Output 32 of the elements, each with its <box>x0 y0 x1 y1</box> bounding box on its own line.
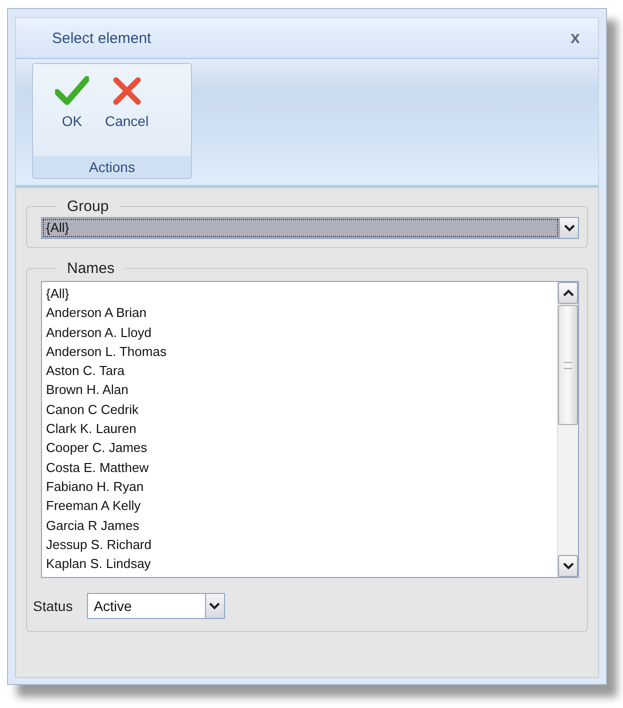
list-item[interactable]: Fabiano H. Ryan <box>46 476 553 496</box>
list-item[interactable]: Jessup S. Richard <box>46 534 553 554</box>
scroll-up-icon[interactable] <box>558 282 578 304</box>
names-legend: Names <box>57 260 125 277</box>
list-item[interactable]: Anderson A. Lloyd <box>46 322 553 342</box>
cancel-button[interactable]: Cancel <box>101 76 153 156</box>
list-item[interactable]: Garcia R James <box>46 516 553 535</box>
status-dropdown[interactable]: Active <box>86 593 225 619</box>
scrollbar[interactable] <box>557 282 578 577</box>
scroll-down-icon[interactable] <box>558 555 578 577</box>
scroll-thumb[interactable] <box>558 305 578 425</box>
list-item[interactable]: Freeman A Kelly <box>46 496 553 516</box>
names-list[interactable] <box>41 281 579 578</box>
list-item[interactable]: Anderson A Brian <box>46 303 553 323</box>
cross-icon <box>112 76 142 106</box>
group-dropdown[interactable]: {All} <box>41 217 579 239</box>
list-item[interactable]: Cooper C. James <box>46 438 553 458</box>
list-item[interactable]: Anderson L. Thomas <box>46 342 553 362</box>
list-item[interactable]: Costa E. Matthew <box>46 458 553 477</box>
list-item[interactable]: Clark K. Lauren <box>46 419 553 438</box>
window-title: Select element <box>52 30 152 46</box>
close-button[interactable]: x <box>566 28 584 48</box>
list-item[interactable]: Canon C Cedrik <box>46 400 553 420</box>
list-item[interactable]: {All} <box>46 284 553 304</box>
checkmark-icon <box>55 76 89 106</box>
group-legend: Group <box>57 198 119 215</box>
list-item[interactable]: Aston C. Tara <box>46 361 553 380</box>
ribbon-group-label: Actions <box>33 156 191 178</box>
list-item[interactable]: Kaplan S. Lindsay <box>46 554 553 574</box>
list-item[interactable]: Brown H. Alan <box>46 380 553 400</box>
status-label: Status <box>33 598 73 614</box>
ok-button[interactable]: OK <box>51 76 93 156</box>
